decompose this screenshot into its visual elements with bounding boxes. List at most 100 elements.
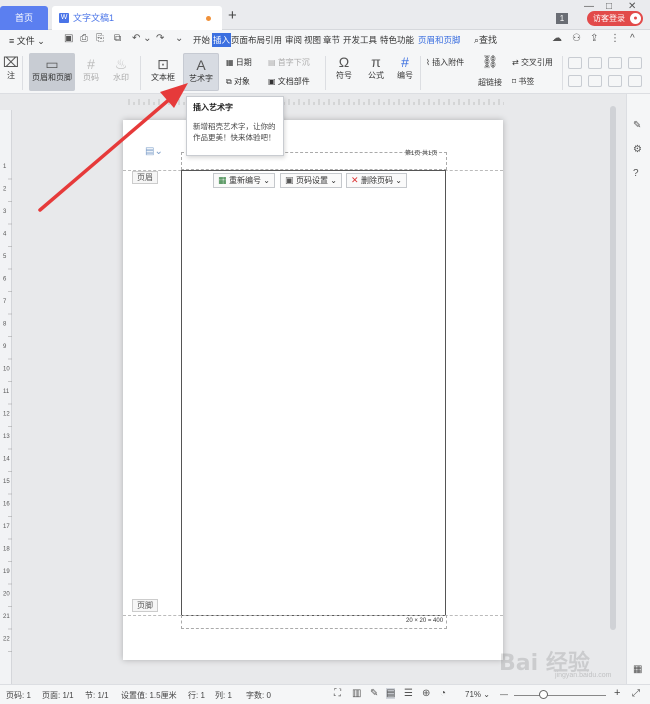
status-word-count[interactable]: 字数: 0 [246,690,271,701]
ruler-label: 5 [3,254,7,260]
zoom-level-label: 71% [465,690,482,699]
tab-review[interactable]: 审阅 [285,33,302,47]
tab-page-layout[interactable]: 页面布局 [231,33,265,47]
more-options-icon[interactable]: ⋮ [610,33,620,44]
eye-protection-icon[interactable]: ◔ [440,688,446,699]
collaborate-icon[interactable]: ⚇ [572,33,581,44]
text-area[interactable] [181,170,446,616]
tab-developer[interactable]: 开发工具 [343,33,377,47]
print-preview-icon[interactable]: ⎘ [96,33,104,44]
watermark-button[interactable]: ♨ 水印 [108,56,134,90]
horizontal-ruler [128,99,504,105]
add-tab-button[interactable]: + [228,7,237,25]
apps-grid-icon[interactable]: ▦ [633,664,642,675]
header-footer-label: 页眉和页脚 [32,73,72,82]
status-row: 行: 1 [188,691,205,700]
share-icon[interactable]: ⇪ [590,33,598,44]
renumber-button[interactable]: ▦ 重新编号 ⌄ [213,173,275,188]
drop-cap-label: 首字下沉 [277,58,310,67]
text-box-button[interactable]: ⊡ 文本框 [146,56,180,90]
drop-cap-button[interactable]: ▤ 首字下沉 [268,57,310,68]
tab-document[interactable]: W 文字文稿1 [52,6,222,30]
delete-icon: ✕ [351,175,362,185]
left-note-button[interactable]: ⌧ 注 [2,54,20,90]
doc-parts-icon: ▣ [268,77,278,86]
fullscreen-icon[interactable]: ⛶ [334,688,341,699]
collapse-ribbon-icon[interactable]: ^ [630,33,635,44]
guest-login-button[interactable]: 访客登录 ● [587,11,643,26]
tooltip-title: 插入艺术字 [193,103,233,112]
right-side-panel: ✎ ⚙ ? ▦ [626,94,650,684]
zoom-out-button[interactable]: — [500,690,508,699]
formula-button[interactable]: π 公式 [362,54,390,90]
calendar-icon: ▦ [226,58,236,67]
hamburger-icon: ≡ [9,36,17,46]
ruler-label: 9 [3,344,7,350]
tab-chapter[interactable]: 章节 [323,33,340,47]
date-button[interactable]: ▦ 日期 [226,57,252,68]
ruler-label: 7 [3,299,7,305]
outline-view-icon[interactable]: ☰ [404,688,413,699]
pen-icon[interactable]: ✎ [633,120,641,131]
print-icon[interactable]: ⎙ [80,33,88,44]
zoom-slider-track[interactable] [514,695,606,696]
edit-mode-icon[interactable]: ✎ [370,688,378,699]
vertical-scrollbar[interactable] [610,106,616,630]
doc-parts-button[interactable]: ▣ 文档部件 [268,76,310,87]
cross-reference-icon: ⇄ [512,58,521,67]
file-menu[interactable]: ≡ 文件 ⌄ [9,34,45,47]
cloud-sync-icon[interactable]: ☁ [552,33,562,44]
tab-insert[interactable]: 插入 [212,33,232,47]
search-label: 查找 [479,35,498,45]
insert-attachment-button[interactable]: ⌇ 插入附件 [426,57,464,68]
search-button[interactable]: ⌕查找 [474,33,497,46]
web-view-icon[interactable]: ⊕ [422,688,430,699]
disabled-tool-icon [628,75,642,87]
page-number-settings-label: 页码设置 [296,176,329,185]
ruler-label: 1 [3,164,7,170]
ruler-label: 21 [3,614,10,620]
window-count-badge[interactable]: 1 [556,13,568,24]
object-button[interactable]: ⧉ 对象 [226,76,250,87]
tab-start[interactable]: 开始 [193,33,210,47]
page-number-settings-button[interactable]: ▣ 页码设置 ⌄ [280,173,342,188]
tab-special-features[interactable]: 特色功能 [380,33,414,47]
cross-reference-button[interactable]: ⇄ 交叉引用 [512,57,553,68]
help-icon[interactable]: ? [633,168,639,179]
ruler-label: 6 [3,277,7,283]
zoom-level[interactable]: 71% ⌄ [465,690,490,699]
settings-sliders-icon[interactable]: ⚙ [633,144,642,155]
page-number-button[interactable]: # 页码 [78,56,104,90]
symbol-button[interactable]: Ω 符号 [330,54,358,90]
disabled-tool-icon [588,57,602,69]
ruler-label: 18 [3,547,10,553]
header-footer-button[interactable]: ▭ 页眉和页脚 [29,53,75,91]
ruler-label: 17 [3,524,10,530]
bookmark-button[interactable]: ⌑ 书签 [512,76,534,87]
page-view-icon[interactable]: ▤ [386,688,396,699]
tab-home[interactable]: 首页 [0,6,48,30]
word-art-button[interactable]: A 艺术字 [183,53,219,91]
save-icon[interactable]: ▣ [64,33,73,44]
redo-icon[interactable]: ↷ [156,33,164,44]
export-icon[interactable]: ⧉ [114,33,121,44]
zoom-slider-handle[interactable] [539,690,548,699]
page-number-label: 页码 [83,73,99,82]
symbol-label: 符号 [336,71,352,80]
more-quick-access-icon[interactable]: ⌄ [175,33,183,44]
ruler-label: 19 [3,569,10,575]
watermark-label: 水印 [113,73,129,82]
tab-document-title: 文字文稿1 [73,13,115,23]
hyperlink-button[interactable]: 超链接 [478,77,502,88]
undo-icon[interactable]: ↶ ⌄ [132,33,152,44]
delete-page-number-button[interactable]: ✕ 删除页码 ⌄ [346,173,407,188]
tab-view[interactable]: 视图 [304,33,321,47]
fit-page-icon[interactable]: ⤢ [632,688,640,699]
zoom-in-button[interactable]: + [614,687,620,699]
document-page[interactable]: ▤⌄ 第1页 共1页 页眉 ↵ ▦ 重新编号 ⌄ ▣ 页码设置 ⌄ ✕ 删除页码… [123,120,503,660]
reading-mode-icon[interactable]: ▥ [352,688,361,699]
ruler-label: 4 [3,232,7,238]
tab-header-footer[interactable]: 页眉和页脚 [418,33,461,47]
numbering-button[interactable]: # 编号 [393,54,417,90]
tab-references[interactable]: 引用 [265,33,282,47]
